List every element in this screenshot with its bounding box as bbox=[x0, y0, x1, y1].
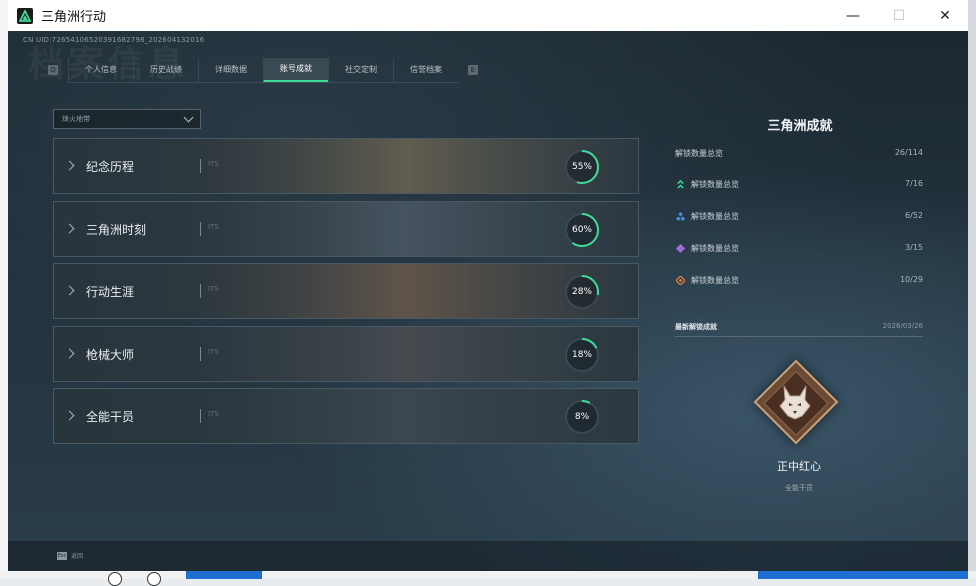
tab-bar: 个人信息 历史战绩 详细数据 账号成就 社交定制 信誉档案 bbox=[68, 57, 458, 83]
progress-label: 60% bbox=[571, 224, 592, 235]
category-card-career[interactable]: 行动生涯 ITS 28% bbox=[53, 263, 639, 319]
summary-row-value: 7/16 bbox=[905, 179, 923, 188]
category-name: 三角洲时刻 bbox=[86, 222, 147, 237]
mode-dropdown[interactable]: 烽火地带 bbox=[53, 109, 201, 129]
latest-achievement-label: 最新解锁成就 bbox=[675, 323, 717, 331]
player-uid: CN UID:7265410652039168279​8_20260413201… bbox=[23, 36, 205, 44]
delta-logo-icon bbox=[17, 7, 33, 24]
summary-row-value: 6/52 bbox=[905, 211, 923, 220]
category-card-delta-moments[interactable]: 三角洲时刻 ITS 60% bbox=[53, 200, 639, 257]
progress-ring: 55% bbox=[564, 149, 600, 185]
green-chevron-icon bbox=[677, 180, 684, 189]
close-button[interactable]: ✕ bbox=[922, 0, 968, 31]
blue-diamond-icon bbox=[676, 212, 685, 221]
divider bbox=[200, 346, 201, 361]
category-card-all-round-operator[interactable]: 全能干员 ITS 8% bbox=[53, 388, 639, 444]
progress-ring: 18% bbox=[564, 337, 600, 373]
chevron-down-icon bbox=[183, 112, 194, 122]
summary-title: 三角洲成就 bbox=[767, 119, 833, 134]
achievement-category-list: 纪念历程 ITS 55% 三角洲时刻 ITS 60% 行动生涯 ITS 28% … bbox=[53, 138, 639, 451]
category-name: 枪械大师 bbox=[86, 347, 135, 362]
divider bbox=[200, 409, 201, 423]
summary-row-purple: 解锁数量总览 3/15 bbox=[675, 243, 923, 257]
latest-achievement-header: 最新解锁成就 2026/03/26 bbox=[675, 320, 923, 337]
card-shade bbox=[54, 139, 638, 193]
card-shade bbox=[54, 389, 638, 443]
wolf-head-icon bbox=[779, 385, 811, 420]
category-ghost-text: ITS bbox=[208, 285, 219, 293]
achievement-name: 正中红心 bbox=[777, 460, 821, 473]
category-ghost-text: ITS bbox=[208, 222, 219, 231]
orange-diamond-icon bbox=[676, 276, 685, 285]
tab-detailed-data[interactable]: 详细数据 bbox=[198, 57, 263, 82]
tab-navigation: Q 个人信息 历史战绩 详细数据 账号成就 社交定制 信誉档案 E bbox=[48, 57, 478, 83]
taskbar-app-button[interactable] bbox=[186, 571, 262, 579]
achievement-category: 全能干员 bbox=[785, 484, 813, 492]
summary-row-label: 解锁数量总览 bbox=[691, 276, 739, 285]
tab-achievements[interactable]: 账号成就 bbox=[263, 57, 328, 82]
summary-row-value: 3/15 bbox=[905, 243, 923, 252]
maximize-button[interactable]: ☐ bbox=[876, 0, 922, 31]
app-window: 三角洲行动 — ☐ ✕ 档案信息 CN UID:7265410652039168… bbox=[8, 0, 968, 571]
card-shade bbox=[54, 326, 638, 381]
esc-key[interactable]: Esc bbox=[57, 552, 67, 560]
tab-reputation[interactable]: 信誉档案 bbox=[393, 57, 458, 82]
desktop-edge-left bbox=[0, 0, 8, 579]
category-name: 全能干员 bbox=[86, 410, 135, 424]
summary-row-blue: 解锁数量总览 6/52 bbox=[675, 211, 923, 225]
category-ghost-text: ITS bbox=[208, 410, 219, 418]
game-screen: 档案信息 CN UID:7265410652039168279​8_202604… bbox=[8, 31, 968, 571]
summary-total-label: 解锁数量总览 bbox=[675, 149, 723, 158]
divider bbox=[200, 284, 201, 298]
category-name: 纪念历程 bbox=[86, 160, 135, 174]
summary-total-row: 解锁数量总览 26/114 bbox=[675, 148, 923, 162]
mode-dropdown-label: 烽火地带 bbox=[62, 115, 90, 123]
category-ghost-text: ITS bbox=[208, 347, 219, 356]
divider bbox=[200, 221, 201, 236]
back-label[interactable]: 返回 bbox=[71, 551, 83, 560]
category-card-memorial[interactable]: 纪念历程 ITS 55% bbox=[53, 138, 639, 194]
minimize-button[interactable]: — bbox=[830, 0, 876, 31]
summary-total-value: 26/114 bbox=[894, 148, 923, 157]
progress-label: 18% bbox=[571, 349, 592, 360]
card-shade bbox=[54, 264, 638, 318]
footer-bar: Esc 返回 bbox=[8, 541, 968, 571]
tab-personal-info[interactable]: 个人信息 bbox=[68, 57, 133, 82]
tab-next-key[interactable]: E bbox=[468, 65, 478, 75]
tab-prev-key[interactable]: Q bbox=[48, 65, 58, 75]
desktop-edge-right bbox=[968, 0, 976, 579]
summary-row-label: 解锁数量总览 bbox=[691, 180, 739, 189]
progress-ring: 28% bbox=[564, 274, 600, 310]
window-title: 三角洲行动 bbox=[41, 10, 107, 25]
category-name: 行动生涯 bbox=[86, 285, 135, 299]
window-controls: — ☐ ✕ bbox=[830, 0, 968, 31]
tab-social[interactable]: 社交定制 bbox=[328, 57, 393, 82]
summary-row-label: 解锁数量总览 bbox=[691, 212, 739, 221]
category-card-weapon-master[interactable]: 枪械大师 ITS 18% bbox=[53, 325, 639, 382]
taskbar-app-button[interactable] bbox=[758, 571, 968, 579]
category-ghost-text: ITS bbox=[208, 160, 219, 168]
purple-diamond-icon bbox=[676, 244, 685, 253]
summary-row-label: 解锁数量总览 bbox=[691, 244, 739, 253]
summary-row-value: 10/29 bbox=[899, 275, 923, 284]
tab-history[interactable]: 历史战绩 bbox=[133, 57, 198, 82]
latest-achievement-date: 2026/03/26 bbox=[882, 322, 923, 330]
taskbar-circle-icon[interactable] bbox=[108, 572, 122, 586]
progress-label: 28% bbox=[571, 287, 592, 297]
divider bbox=[200, 159, 201, 173]
progress-label: 8% bbox=[574, 412, 590, 422]
taskbar-circle-icon[interactable] bbox=[147, 572, 161, 586]
title-bar: 三角洲行动 — ☐ ✕ bbox=[8, 0, 968, 31]
progress-ring: 8% bbox=[564, 399, 600, 435]
summary-row-orange: 解锁数量总览 10/29 bbox=[675, 275, 923, 289]
progress-label: 55% bbox=[571, 162, 592, 172]
progress-ring: 60% bbox=[564, 212, 600, 248]
summary-row-green: 解锁数量总览 7/16 bbox=[675, 179, 923, 193]
